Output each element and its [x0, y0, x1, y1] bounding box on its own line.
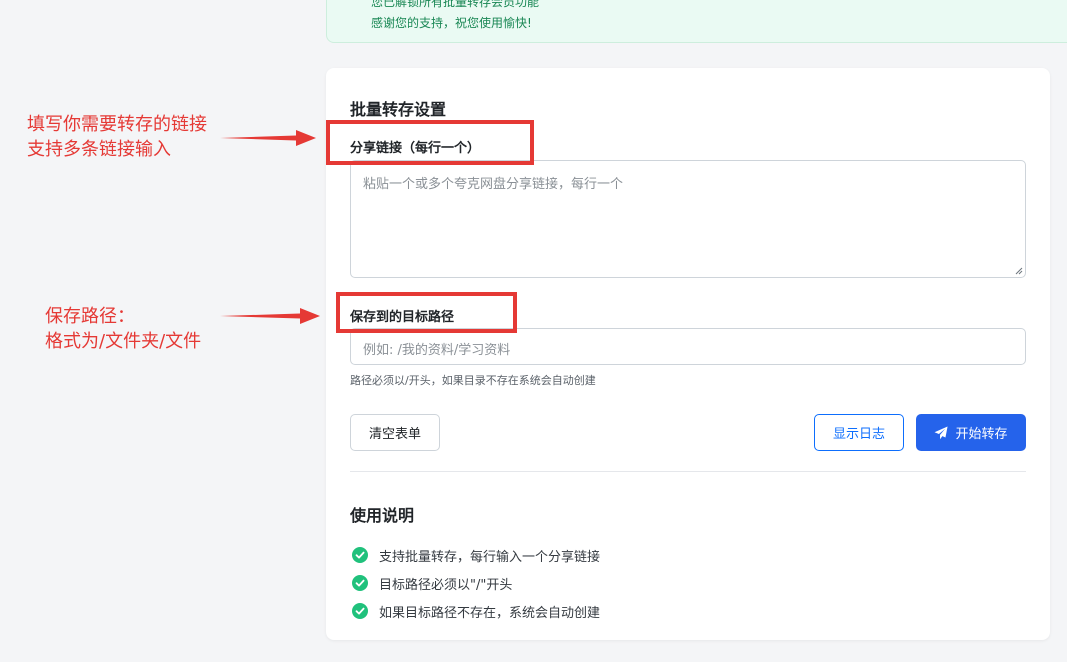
start-transfer-button[interactable]: 开始转存 — [916, 414, 1026, 451]
show-log-button[interactable]: 显示日志 — [814, 414, 904, 451]
path-arrow-icon — [220, 308, 320, 324]
resize-grip-icon[interactable] — [1015, 267, 1023, 275]
target-path-placeholder: 例如: /我的资料/学习资料 — [363, 343, 511, 358]
banner-line-1: 您已解锁所有批量转存会员功能 — [371, 0, 540, 9]
share-links-textarea[interactable]: 粘贴一个或多个夸克网盘分享链接，每行一个 — [350, 160, 1026, 278]
links-annotation-line-1: 填写你需要转存的链接 — [27, 114, 207, 135]
section-divider — [350, 471, 1026, 472]
path-label-highlight-box — [336, 292, 517, 333]
usage-item: 目标路径必须以"/"开头 — [352, 569, 600, 597]
card-title: 批量转存设置 — [350, 100, 447, 119]
path-annotation-line-1: 保存路径： — [45, 306, 135, 327]
path-hint: 路径必须以/开头，如果目录不存在系统会自动创建 — [350, 374, 596, 387]
start-transfer-label: 开始转存 — [955, 427, 1008, 442]
show-log-label: 显示日志 — [832, 427, 885, 442]
links-annotation-line-2: 支持多条链接输入 — [27, 139, 171, 160]
banner-line-2: 感谢您的支持，祝您使用愉快! — [371, 16, 532, 30]
usage-item-text: 目标路径必须以"/"开头 — [379, 577, 513, 593]
usage-item: 支持批量转存，每行输入一个分享链接 — [352, 541, 600, 569]
page: 您已解锁所有批量转存会员功能 感谢您的支持，祝您使用愉快! 批量转存设置 分享链… — [0, 0, 1067, 662]
usage-item-text: 如果目标路径不存在，系统会自动创建 — [379, 605, 601, 621]
success-banner: 您已解锁所有批量转存会员功能 感谢您的支持，祝您使用愉快! — [326, 0, 1067, 43]
share-links-placeholder: 粘贴一个或多个夸克网盘分享链接，每行一个 — [363, 177, 624, 192]
clear-form-button[interactable]: 清空表单 — [350, 414, 440, 451]
usage-item: 如果目标路径不存在，系统会自动创建 — [352, 597, 600, 625]
check-circle-icon — [352, 603, 368, 619]
check-circle-icon — [352, 547, 368, 563]
check-circle-icon — [352, 575, 368, 591]
paper-plane-icon — [935, 426, 949, 439]
usage-list: 支持批量转存，每行输入一个分享链接 目标路径必须以"/"开头 如果目标路径不存在… — [352, 541, 600, 625]
usage-title: 使用说明 — [350, 506, 415, 525]
links-arrow-icon — [220, 130, 316, 146]
target-path-input[interactable]: 例如: /我的资料/学习资料 — [350, 328, 1026, 365]
clear-form-label: 清空表单 — [368, 427, 421, 442]
path-annotation: 保存路径： 格式为/文件夹/文件 — [45, 304, 201, 354]
links-label-highlight-box — [326, 120, 534, 165]
usage-item-text: 支持批量转存，每行输入一个分享链接 — [379, 549, 601, 565]
path-annotation-line-2: 格式为/文件夹/文件 — [45, 331, 202, 352]
links-annotation: 填写你需要转存的链接 支持多条链接输入 — [27, 112, 207, 162]
